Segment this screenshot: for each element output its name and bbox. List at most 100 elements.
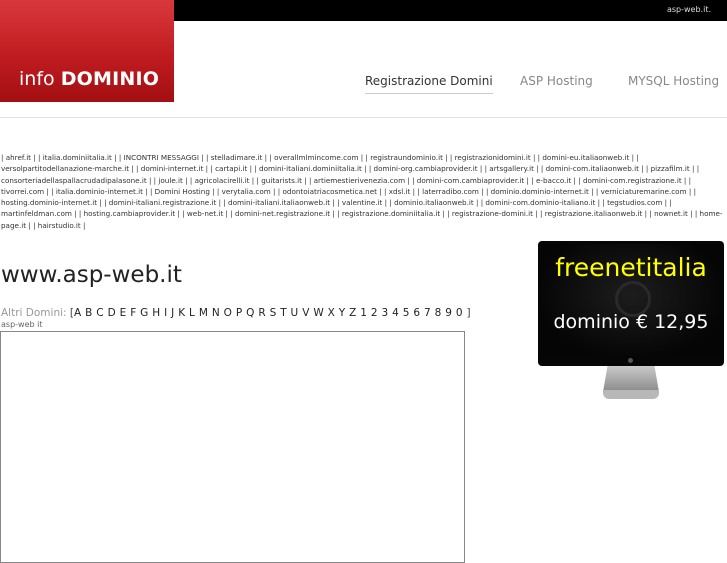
letter-link[interactable]: S bbox=[270, 307, 277, 319]
domain-link[interactable]: domini-internet.it bbox=[141, 164, 204, 173]
site-name: asp-web.it. bbox=[666, 5, 711, 14]
domain-link[interactable]: verniciaturemarine.com bbox=[601, 187, 687, 196]
domain-link[interactable]: web-net.it bbox=[187, 209, 223, 218]
letter-link[interactable]: 1 bbox=[360, 307, 367, 319]
ad-price: dominio € 12,95 bbox=[553, 311, 709, 333]
nav-asp-hosting[interactable]: ASP Hosting bbox=[520, 74, 593, 93]
letter-link[interactable]: 6 bbox=[413, 307, 420, 319]
letter-link[interactable]: 9 bbox=[445, 307, 452, 319]
domain-link[interactable]: registrazione.italiaonweb.it bbox=[545, 209, 643, 218]
letter-link[interactable]: 8 bbox=[435, 307, 442, 319]
domain-link[interactable]: martinfeldman.com bbox=[1, 209, 72, 218]
domain-link[interactable]: versolpartitodellanazione-marche.it bbox=[1, 164, 129, 173]
domain-link[interactable]: registraundominio.it bbox=[370, 153, 443, 162]
domain-link[interactable]: registrazionidomini.it bbox=[455, 153, 531, 162]
domain-link[interactable]: domini-com.cambiaprovider.it bbox=[417, 176, 524, 185]
letter-link[interactable]: F bbox=[130, 307, 136, 319]
letter-link[interactable]: 4 bbox=[392, 307, 399, 319]
domain-link[interactable]: odontoiatriacosmetica.net bbox=[282, 187, 376, 196]
domain-link[interactable]: stelladimare.it bbox=[211, 153, 263, 162]
domain-link[interactable]: xdsl.it bbox=[389, 187, 411, 196]
letter-link[interactable]: 5 bbox=[403, 307, 410, 319]
domain-link[interactable]: pizzafilm.it bbox=[651, 164, 690, 173]
page-title: www.asp-web.it bbox=[1, 262, 182, 288]
domain-link[interactable]: guitarists.it bbox=[261, 176, 302, 185]
letter-link[interactable]: J bbox=[171, 307, 174, 319]
letter-link[interactable]: P bbox=[236, 307, 243, 319]
domain-link[interactable]: e-bacco.it bbox=[536, 176, 571, 185]
domain-link[interactable]: laterradibo.com bbox=[422, 187, 479, 196]
domain-link[interactable]: valentine.it bbox=[342, 198, 383, 207]
domain-link[interactable]: italia.dominio-internet.it bbox=[56, 187, 143, 196]
domain-link[interactable]: domini-com.dominio-italiano.it bbox=[485, 198, 595, 207]
letter-link[interactable]: 7 bbox=[424, 307, 431, 319]
domain-link[interactable]: hairstudio.it bbox=[38, 221, 81, 230]
domain-link[interactable]: joule.it bbox=[158, 176, 182, 185]
letter-link[interactable]: B bbox=[85, 307, 93, 319]
letter-link[interactable]: K bbox=[178, 307, 185, 319]
monitor-logo-icon bbox=[628, 358, 633, 363]
letter-link[interactable]: L bbox=[189, 307, 195, 319]
letter-link[interactable]: A bbox=[74, 307, 81, 319]
letter-link[interactable]: 2 bbox=[371, 307, 378, 319]
ad-brand: freenetitalia bbox=[555, 253, 707, 282]
letter-link[interactable]: M bbox=[199, 307, 208, 319]
domain-link[interactable]: domini-org.cambiaprovider.it bbox=[374, 164, 478, 173]
letter-link[interactable]: I bbox=[164, 307, 167, 319]
domain-link[interactable]: hosting.cambiaprovider.it bbox=[84, 209, 176, 218]
domain-link[interactable]: domini-com.italiaonweb.it bbox=[546, 164, 639, 173]
letter-link[interactable]: N bbox=[212, 307, 220, 319]
letter-link[interactable]: C bbox=[96, 307, 104, 319]
domain-link[interactable]: domini-eu.italiaonweb.it bbox=[542, 153, 629, 162]
letter-link[interactable]: G bbox=[140, 307, 148, 319]
domain-link[interactable]: agricolacirelli.it bbox=[195, 176, 250, 185]
domain-link[interactable]: domini-net.registrazione.it bbox=[235, 209, 330, 218]
domain-link[interactable]: cartapi.it bbox=[215, 164, 247, 173]
content-frame bbox=[0, 331, 465, 563]
letter-link[interactable]: D bbox=[108, 307, 116, 319]
letter-link[interactable]: V bbox=[302, 307, 309, 319]
domain-link[interactable]: Domini Hosting bbox=[155, 187, 210, 196]
letter-list: A B C D E F G H I J K L M N O P Q R S T … bbox=[74, 307, 467, 319]
letter-link[interactable]: Y bbox=[339, 307, 346, 319]
domain-link[interactable]: domini-italiani.dominiitalia.it bbox=[259, 164, 362, 173]
ad-banner[interactable]: freenetitalia dominio € 12,95 bbox=[538, 241, 724, 366]
letter-link[interactable]: W bbox=[313, 307, 324, 319]
letter-link[interactable]: Z bbox=[349, 307, 357, 319]
letter-link[interactable]: X bbox=[328, 307, 336, 319]
letter-link[interactable]: R bbox=[258, 307, 266, 319]
domain-link[interactable]: registrazione.dominiitalia.it bbox=[342, 209, 440, 218]
domain-link[interactable]: ahref.it bbox=[6, 153, 31, 162]
domain-link[interactable]: domini-com.registrazione.it bbox=[583, 176, 682, 185]
domain-link[interactable]: nownet.it bbox=[654, 209, 688, 218]
domain-link[interactable]: italia.dominiitalia.it bbox=[43, 153, 112, 162]
domain-link[interactable]: overallmlmincome.com bbox=[274, 153, 358, 162]
letter-link[interactable]: Q bbox=[246, 307, 255, 319]
domain-link[interactable]: verytalia.com bbox=[222, 187, 271, 196]
domain-link[interactable]: dominio.dominio-internet.it bbox=[491, 187, 589, 196]
altri-label: Altri Domini: bbox=[1, 307, 67, 319]
domain-link[interactable]: dominio.italiaonweb.it bbox=[394, 198, 474, 207]
alphabet-index: Altri Domini: [A B C D E F G H I J K L M… bbox=[1, 307, 471, 319]
letter-link[interactable]: H bbox=[152, 307, 160, 319]
domain-link[interactable]: tegstudios.com bbox=[607, 198, 662, 207]
bracket-close: ] bbox=[466, 307, 471, 319]
nav-registrazione-domini[interactable]: Registrazione Domini bbox=[365, 74, 493, 94]
letter-link[interactable]: O bbox=[224, 307, 233, 319]
domain-link[interactable]: tivorrei.com bbox=[1, 187, 44, 196]
domain-link[interactable]: domini-italiani.registrazione.it bbox=[109, 198, 217, 207]
nav-mysql-hosting[interactable]: MYSQL Hosting bbox=[628, 74, 719, 93]
letter-link[interactable]: E bbox=[120, 307, 127, 319]
letter-link[interactable]: 3 bbox=[382, 307, 389, 319]
letter-link[interactable]: U bbox=[291, 307, 299, 319]
letter-link[interactable]: T bbox=[280, 307, 287, 319]
domain-link[interactable]: hosting.dominio-internet.it bbox=[1, 198, 97, 207]
domain-link[interactable]: artiemestierivenezia.com bbox=[314, 176, 405, 185]
domain-link[interactable]: registrazione-domini.it bbox=[452, 209, 533, 218]
domain-link[interactable]: INCONTRI MESSAGGI bbox=[124, 153, 199, 162]
domain-link[interactable]: consorteriadellaspallacrudadipalasone.it bbox=[1, 176, 147, 185]
domain-link[interactable]: artsgallery.it bbox=[489, 164, 534, 173]
domain-links: | ahref.it | | italia.dominiitalia.it | … bbox=[1, 153, 723, 230]
letter-link[interactable]: 0 bbox=[456, 307, 463, 319]
domain-link[interactable]: domini-italiani.italiaonweb.it bbox=[228, 198, 330, 207]
